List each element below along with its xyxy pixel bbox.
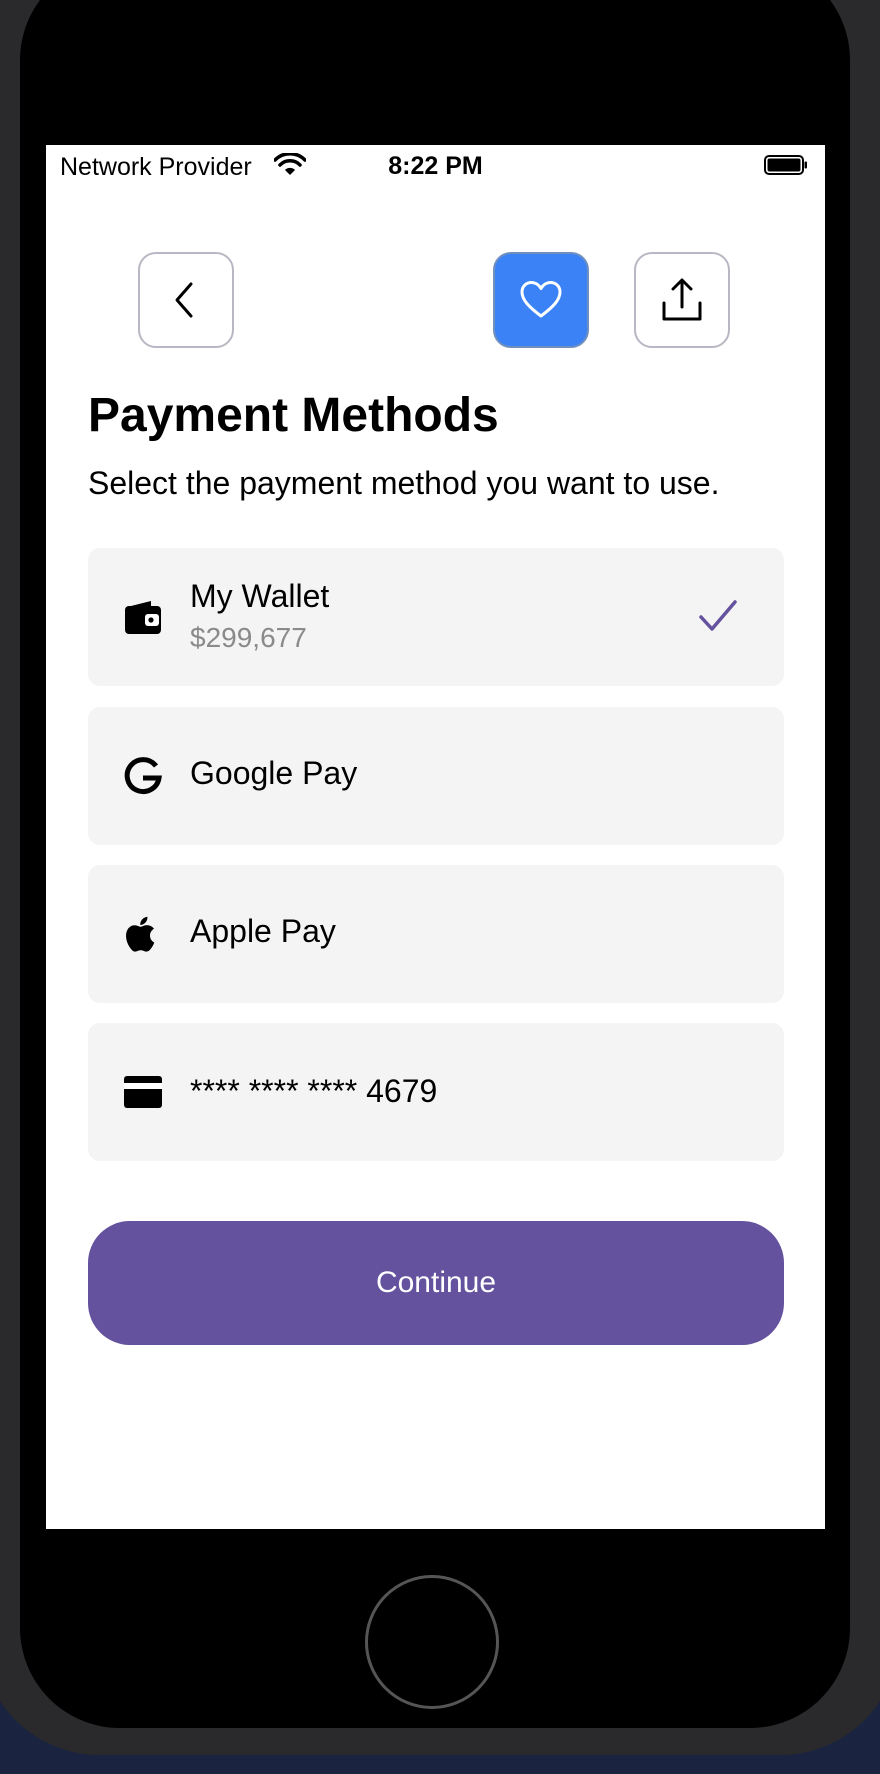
battery-icon [764,155,807,175]
home-button[interactable] [365,1575,499,1709]
payment-method-wallet[interactable]: My Wallet $299,677 [88,548,784,686]
payment-method-label: Apple Pay [190,913,336,949]
page-title: Payment Methods [88,389,499,442]
checkmark-icon [699,600,737,631]
share-button[interactable] [634,252,730,348]
back-button[interactable] [138,252,234,348]
wallet-balance: $299,677 [190,622,307,653]
apple-icon [126,916,155,952]
payment-method-label: **** **** **** 4679 [190,1073,438,1109]
google-icon [124,757,162,795]
payment-method-card[interactable]: **** **** **** 4679 [88,1023,784,1161]
payment-method-google-pay[interactable]: Google Pay [88,707,784,845]
chevron-left-icon [175,282,193,318]
phone-screen: Network Provider 8:22 PM Payment Methods [46,145,825,1529]
status-time: 8:22 PM [388,152,483,180]
share-icon [662,278,702,321]
heart-icon [520,281,562,318]
payment-method-label: My Wallet [190,578,330,614]
payment-method-apple-pay[interactable]: Apple Pay [88,865,784,1003]
credit-card-icon [124,1076,162,1108]
continue-button[interactable]: Continue [88,1221,784,1345]
wallet-icon [125,601,161,634]
page-subtitle: Select the payment method you want to us… [88,465,720,501]
payment-method-label: Google Pay [190,755,358,791]
favorite-button[interactable] [493,252,589,348]
status-bar: Network Provider 8:22 PM [46,145,825,185]
